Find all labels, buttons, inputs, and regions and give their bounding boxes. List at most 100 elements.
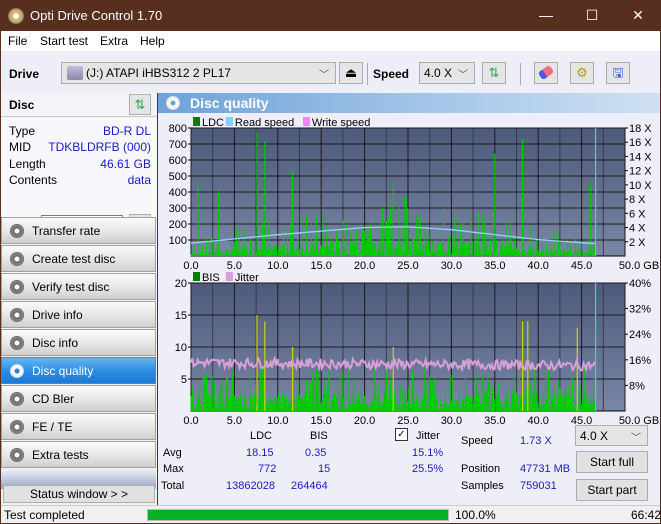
y2-tick-label: 12 X <box>629 166 652 178</box>
nav-transfer-rate[interactable]: Transfer rate <box>1 217 156 244</box>
max-label: Max <box>163 463 184 475</box>
nav-label: Transfer rate <box>32 224 101 238</box>
maximize-button[interactable]: ☐ <box>569 0 615 31</box>
x-tick-label: 20.0 <box>354 260 375 272</box>
nav-fe-te[interactable]: FE / TE <box>1 413 156 440</box>
status-text: Test completed <box>4 508 85 522</box>
status-window-button[interactable]: Status window > > <box>3 485 155 503</box>
disc-mid-row: MID TDKBLDRFB (000) <box>9 140 151 156</box>
refresh-icon: ⇅ <box>134 97 146 112</box>
col-bis-header: BIS <box>310 430 328 442</box>
drive-value: (J:) ATAPI iHBS312 2 PL17 <box>86 66 231 80</box>
nav-verify-test-disc[interactable]: Verify test disc <box>1 273 156 300</box>
x-tick-label: 45.0 <box>571 260 592 272</box>
nav-label: Create test disc <box>32 252 116 266</box>
menu-start-test[interactable]: Start test <box>40 34 88 48</box>
jitter-header: Jitter <box>416 430 440 442</box>
start-full-button[interactable]: Start full <box>576 451 648 473</box>
menu-help[interactable]: Help <box>140 34 165 48</box>
refresh-button[interactable]: ⇅ <box>482 62 506 84</box>
eject-icon: ⏏ <box>344 65 358 80</box>
app-disc-icon <box>8 8 24 24</box>
minimize-button[interactable]: — <box>523 0 569 31</box>
nav-disc-icon <box>10 308 24 322</box>
disc-header: Disc ⇅ <box>1 93 157 117</box>
refresh-icon: ⇅ <box>488 65 500 80</box>
speed-select[interactable]: 4.0 X ﹀ <box>419 62 475 84</box>
nav-label: Verify test disc <box>32 280 110 294</box>
field-value: TDKBLDRFB (000) <box>48 140 151 154</box>
y-tick-label: 600 <box>169 155 187 167</box>
menu-file[interactable]: File <box>8 34 27 48</box>
max-bis: 15 <box>318 463 331 475</box>
y2-tick-label: 40% <box>629 278 651 290</box>
disc-refresh-button[interactable]: ⇅ <box>129 94 151 115</box>
y-tick-label: 100 <box>169 235 187 247</box>
progress-text: 100.0% <box>455 508 496 522</box>
nav-cd-bler[interactable]: CD Bler <box>1 385 156 412</box>
field-value: BD-R DL <box>102 124 151 138</box>
samples-value: 759031 <box>520 480 557 492</box>
settings-icon: ⚙ <box>576 65 588 80</box>
x-tick-label: 25.0 <box>397 415 418 427</box>
field-value: data <box>127 173 151 187</box>
nav-disc-icon <box>10 364 24 378</box>
nav-extra-tests[interactable]: Extra tests <box>1 441 156 468</box>
total-label: Total <box>161 480 185 492</box>
x-tick-label: 0.0 <box>183 415 198 427</box>
save-button[interactable]: 🖫 <box>606 62 630 84</box>
y2-tick-label: 6 X <box>629 208 646 220</box>
start-part-button[interactable]: Start part <box>576 479 648 501</box>
y2-tick-label: 32% <box>629 304 651 316</box>
nav-create-test-disc[interactable]: Create test disc <box>1 245 156 272</box>
y-tick-label: 400 <box>169 187 187 199</box>
jitter-checkbox[interactable]: ✓ <box>395 428 408 441</box>
nav-label: Disc info <box>32 336 79 350</box>
speed-value: 1.73 X <box>520 435 552 447</box>
y-tick-label: 800 <box>169 123 187 135</box>
nav-label: CD Bler <box>32 392 75 406</box>
nav-disc-icon <box>10 252 24 266</box>
y-tick-label: 20 <box>175 278 187 290</box>
nav-disc-icon <box>10 336 24 350</box>
erase-button[interactable] <box>534 62 558 84</box>
charts-area: 100 200 300 400 500 600 700 800 0.0 5.0 10.0 15.0 20… <box>169 117 659 427</box>
position-value: 47731 MB <box>520 463 571 475</box>
chevron-down-icon: ﹀ <box>319 70 329 81</box>
menu-bar: File Start test Extra Help <box>1 31 660 51</box>
total-bis: 264464 <box>291 480 328 492</box>
disc-header-title: Disc <box>9 98 35 112</box>
disc-quality-icon <box>166 96 180 110</box>
nav-drive-info[interactable]: Drive info <box>1 301 156 328</box>
sidebar: Disc ⇅ Type BD-R DL MID TDKBLDRFB (000) Le… <box>1 93 157 505</box>
avg-jitter: 15.1% <box>412 447 444 459</box>
drive-icon <box>67 66 83 80</box>
window-title: Opti Drive Control 1.70 <box>30 8 163 23</box>
y2-tick-label: 10 X <box>629 180 652 192</box>
nav-disc-quality[interactable]: Disc quality <box>1 357 156 384</box>
y-tick-label: 5 <box>181 374 187 386</box>
max-ldc: 772 <box>258 463 277 475</box>
y-tick-label: 10 <box>175 342 187 354</box>
nav-disc-icon <box>10 392 24 406</box>
settings-button[interactable]: ⚙ <box>570 62 594 84</box>
x-tick-label: 10.0 <box>267 260 288 272</box>
y-tick-label: 300 <box>169 203 187 215</box>
menu-extra[interactable]: Extra <box>100 34 128 48</box>
legend-swatch <box>193 272 200 281</box>
disc-contents-row: Contents data <box>9 173 151 189</box>
close-button[interactable]: ✕ <box>615 0 661 31</box>
drive-select[interactable]: (J:) ATAPI iHBS312 2 PL17 ﹀ <box>61 62 336 84</box>
y2-tick-label: 8% <box>629 380 645 392</box>
nav-disc-info[interactable]: Disc info <box>1 329 156 356</box>
nav-label: Disc quality <box>32 364 94 378</box>
test-speed-select[interactable]: 4.0 X ﹀ <box>575 425 648 446</box>
eject-button[interactable]: ⏏ <box>339 62 363 84</box>
legend-label: Jitter <box>235 272 259 284</box>
progress-fill <box>148 510 448 520</box>
x-tick-label: 5.0 <box>227 260 242 272</box>
x-tick-label: 25.0 <box>397 260 418 272</box>
y2-tick-label: 18 X <box>629 123 652 135</box>
legend-label: LDC <box>202 117 224 129</box>
stats-panel: LDC BIS ✓ Jitter Avg 18.15 0.35 15.1% Ma… <box>158 425 660 505</box>
